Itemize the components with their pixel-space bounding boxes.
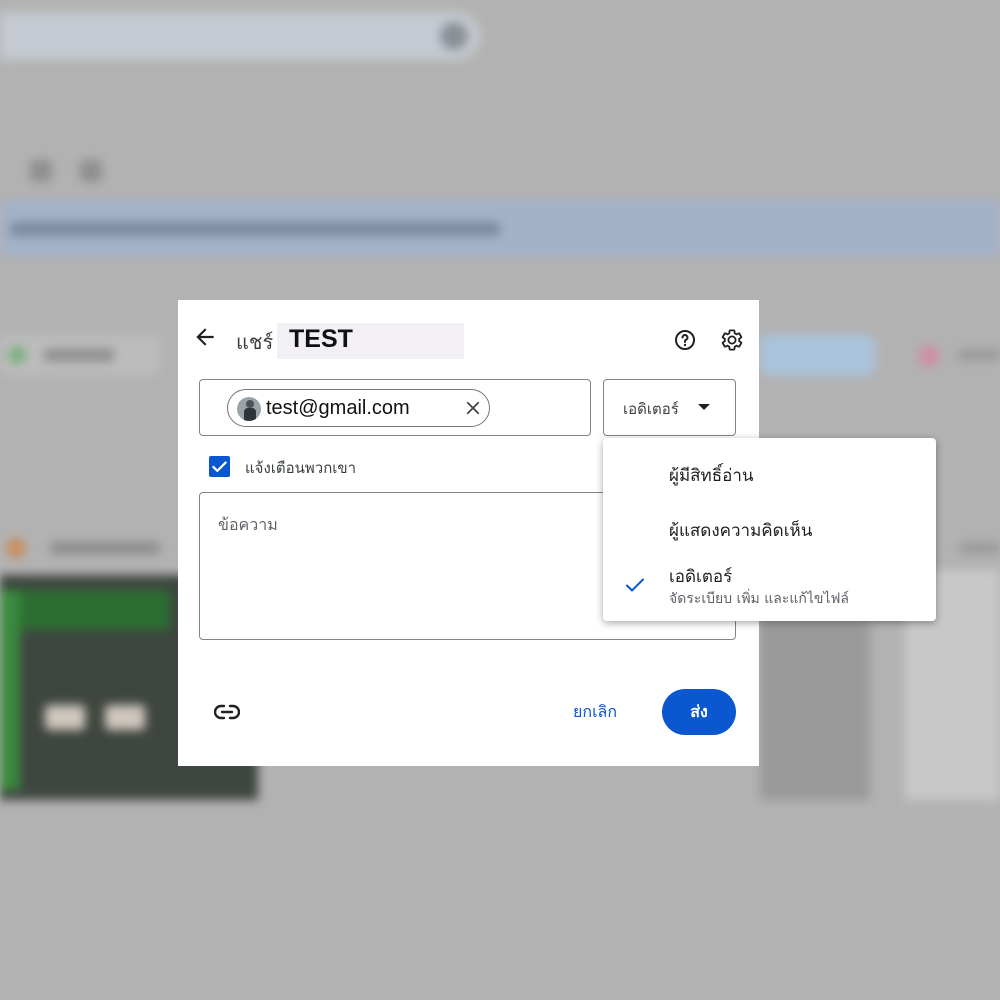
caret-down-icon <box>698 404 710 410</box>
bg-search-bar <box>0 12 480 60</box>
role-selected-label: เอดิเตอร์ <box>623 400 679 418</box>
recipient-chip[interactable]: test@gmail.com <box>227 389 490 427</box>
arrow-back-icon[interactable] <box>192 324 218 350</box>
bg-file-thumbnail <box>760 620 870 800</box>
bg-thumbnail-detail <box>0 590 20 790</box>
menu-item-label: เอดิเตอร์ <box>669 567 733 587</box>
bg-banner-text <box>10 222 500 236</box>
bg-chip-icon <box>8 346 26 364</box>
cancel-button[interactable]: ยกเลิก <box>573 698 617 726</box>
check-icon <box>626 578 644 592</box>
send-button[interactable]: ส่ง <box>662 689 736 735</box>
bg-chip-text <box>958 349 1000 361</box>
menu-item-description: จัดระเบียบ เพิ่ม และแก้ไขไฟล์ <box>669 591 850 607</box>
notify-checkbox[interactable] <box>209 456 230 477</box>
bg-toolbar-icon <box>30 160 52 182</box>
bg-file-name <box>960 542 1000 554</box>
menu-item-commenter[interactable]: ผู้แสดงความคิดเห็น <box>603 504 936 554</box>
bg-toolbar-icon <box>80 160 102 182</box>
bg-chip-text <box>44 349 114 361</box>
bg-thumbnail-detail <box>45 705 85 730</box>
notify-label: แจ้งเตือนพวกเขา <box>245 459 357 477</box>
link-icon[interactable] <box>214 701 240 723</box>
bg-thumbnail-detail <box>20 590 170 630</box>
close-icon[interactable] <box>464 399 482 417</box>
bg-search-icon <box>440 22 468 50</box>
menu-item-editor[interactable]: เอดิเตอร์ จัดระเบียบ เพิ่ม และแก้ไขไฟล์ <box>603 554 936 621</box>
role-dropdown[interactable]: เอดิเตอร์ <box>603 379 736 436</box>
gear-icon[interactable] <box>720 328 744 352</box>
bg-chip-icon <box>918 345 940 367</box>
bg-thumbnail-detail <box>105 705 145 730</box>
avatar <box>237 397 261 421</box>
recipient-email: test@gmail.com <box>266 397 410 419</box>
people-input[interactable]: test@gmail.com <box>199 379 591 436</box>
dialog-title-prefix: แชร์ <box>236 330 274 354</box>
help-icon[interactable] <box>673 328 697 352</box>
role-menu: ผู้มีสิทธิ์อ่าน ผู้แสดงความคิดเห็น เอดิเ… <box>603 438 936 621</box>
bg-file-name <box>50 542 160 554</box>
bg-file-icon <box>6 538 26 558</box>
dialog-title-name: TEST <box>289 325 353 353</box>
menu-item-viewer[interactable]: ผู้มีสิทธิ์อ่าน <box>603 438 936 504</box>
bg-chip <box>760 335 875 375</box>
menu-item-label: ผู้แสดงความคิดเห็น <box>669 521 813 541</box>
message-placeholder: ข้อความ <box>218 515 278 534</box>
menu-item-label: ผู้มีสิทธิ์อ่าน <box>669 466 754 486</box>
check-icon <box>212 461 227 473</box>
